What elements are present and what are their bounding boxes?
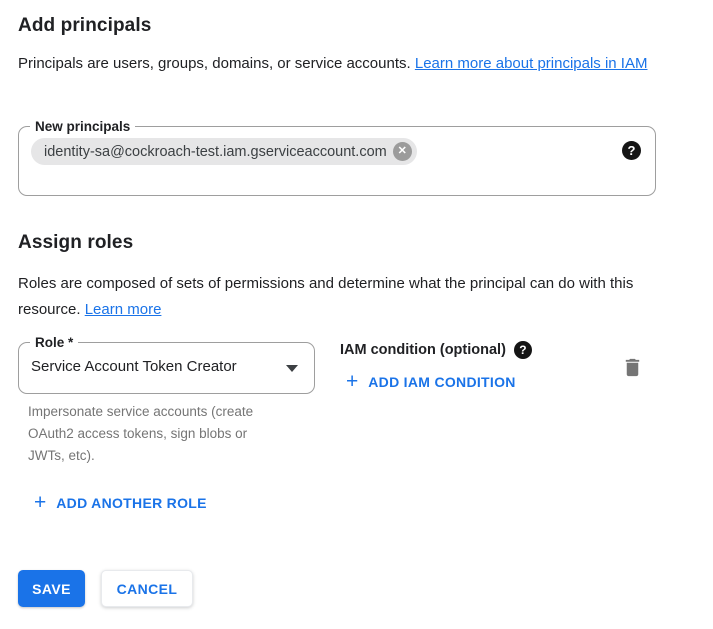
cancel-button[interactable]: CANCEL	[101, 570, 193, 607]
assign-roles-title: Assign roles	[18, 232, 133, 254]
new-principals-label: New principals	[30, 117, 135, 137]
help-icon[interactable]: ?	[622, 141, 641, 160]
roles-description: Roles are composed of sets of permission…	[18, 271, 640, 323]
role-label: Role *	[30, 333, 78, 353]
iam-condition-help-icon[interactable]: ?	[514, 341, 532, 359]
close-icon: ✕	[398, 146, 407, 157]
help-icon-glyph: ?	[519, 344, 526, 356]
role-selected-value: Service Account Token Creator	[31, 358, 237, 375]
plus-icon: +	[346, 371, 358, 392]
new-principals-field[interactable]: New principals identity-sa@cockroach-tes…	[18, 126, 656, 196]
learn-more-roles-link[interactable]: Learn more	[85, 301, 162, 318]
role-select[interactable]: Role * Service Account Token Creator	[18, 342, 315, 394]
delete-icon	[621, 356, 644, 379]
chip-remove-button[interactable]: ✕	[393, 142, 412, 161]
add-another-role-button[interactable]: + ADD ANOTHER ROLE	[34, 491, 207, 515]
role-helper-text: Impersonate service accounts (create OAu…	[28, 401, 278, 467]
learn-more-principals-link[interactable]: Learn more about principals in IAM	[415, 55, 648, 72]
principal-chip: identity-sa@cockroach-test.iam.gservicea…	[31, 138, 417, 165]
iam-condition-section: IAM condition (optional) ?	[340, 341, 532, 359]
principals-description: Principals are users, groups, domains, o…	[18, 51, 670, 77]
principals-description-text: Principals are users, groups, domains, o…	[18, 55, 411, 72]
principal-chip-value: identity-sa@cockroach-test.iam.gservicea…	[44, 144, 387, 160]
iam-condition-label: IAM condition (optional)	[340, 342, 506, 358]
dropdown-arrow-icon	[286, 365, 298, 372]
delete-role-button[interactable]	[618, 353, 646, 381]
add-iam-condition-label: ADD IAM CONDITION	[368, 374, 515, 390]
save-button[interactable]: SAVE	[18, 570, 85, 607]
add-another-role-label: ADD ANOTHER ROLE	[56, 495, 207, 511]
help-icon-glyph: ?	[628, 144, 636, 157]
add-iam-condition-button[interactable]: + ADD IAM CONDITION	[346, 370, 516, 394]
add-principals-title: Add principals	[18, 15, 151, 37]
plus-icon: +	[34, 492, 46, 513]
add-principals-panel: Add principals Principals are users, gro…	[0, 0, 713, 629]
